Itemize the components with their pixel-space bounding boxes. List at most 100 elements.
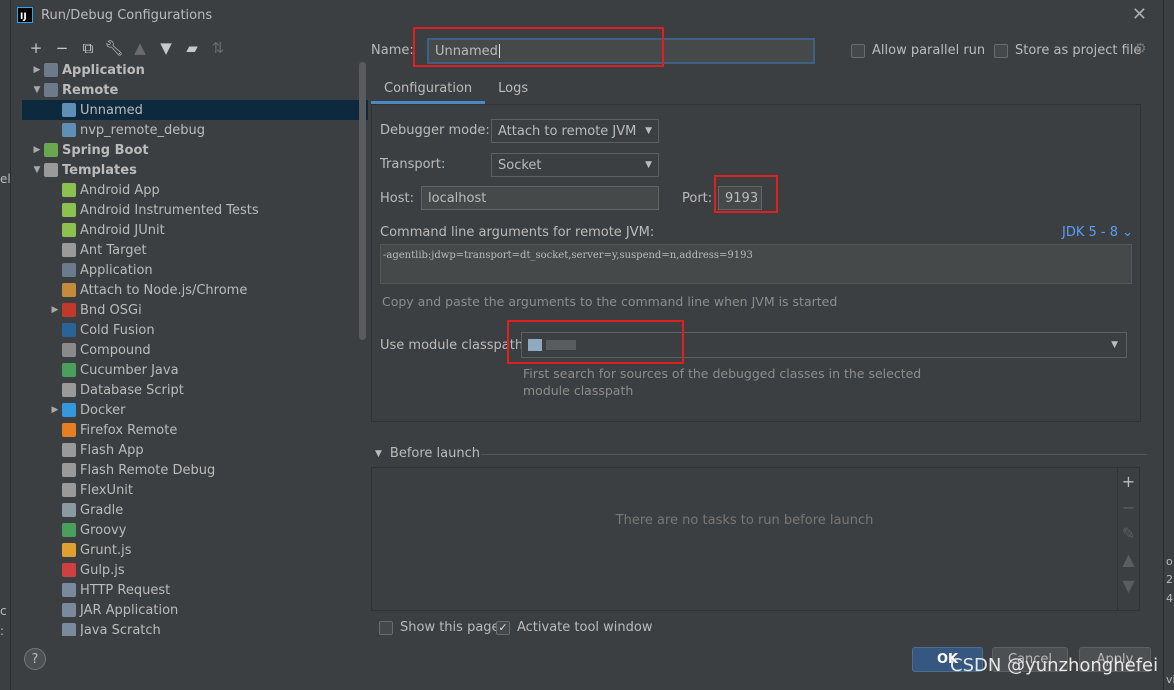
tree-scrollbar[interactable] xyxy=(359,62,366,340)
chevron-down-icon: ▼ xyxy=(1111,340,1118,350)
edit-task-icon[interactable]: ✎ xyxy=(1118,520,1139,546)
tree-item-remote[interactable]: ▼ Remote xyxy=(22,80,368,100)
chevron-right-icon[interactable]: ▶ xyxy=(30,65,44,75)
tree-item-label: Ant Target xyxy=(80,242,147,258)
debugger-mode-select[interactable]: Attach to remote JVM ▼ xyxy=(491,119,659,143)
tree-item-label: Java Scratch xyxy=(80,622,161,637)
tab-logs[interactable]: Logs xyxy=(485,76,541,104)
host-input[interactable]: localhost xyxy=(421,186,659,210)
flash-icon xyxy=(62,463,76,477)
activate-tool-label: Activate tool window xyxy=(517,620,653,635)
tree-item-flash-remote-debug[interactable]: Flash Remote Debug xyxy=(22,460,368,480)
before-launch-header[interactable]: ▼ Before launch xyxy=(375,446,480,461)
allow-parallel-label: Allow parallel run xyxy=(872,43,986,58)
module-hint-line2: module classpath xyxy=(523,383,634,398)
tree-item-flash-app[interactable]: Flash App xyxy=(22,440,368,460)
ant-icon xyxy=(62,243,76,257)
tree-item-label: nvp_remote_debug xyxy=(80,122,205,138)
tree-item-http-request[interactable]: HTTP Request xyxy=(22,580,368,600)
chevron-down-icon[interactable]: ▼ xyxy=(30,85,44,95)
tree-item-label: Attach to Node.js/Chrome xyxy=(80,282,248,298)
tree-item-templates[interactable]: ▼ Templates xyxy=(22,160,368,180)
tree-item-label: Templates xyxy=(62,162,137,178)
tree-item-label: Bnd OSGi xyxy=(80,302,142,318)
remote-config-icon xyxy=(62,103,76,117)
remove-icon[interactable]: − xyxy=(49,38,75,58)
tree-item-label: Groovy xyxy=(80,522,127,538)
tree-item-firefox-remote[interactable]: Firefox Remote xyxy=(22,420,368,440)
tree-item-flexunit[interactable]: FlexUnit xyxy=(22,480,368,500)
tree-item-attach-to-node-js-chrome[interactable]: Attach to Node.js/Chrome xyxy=(22,280,368,300)
android-icon xyxy=(62,183,76,197)
tree-item-database-script[interactable]: Database Script xyxy=(22,380,368,400)
tree-item-label: Compound xyxy=(80,342,151,358)
tree-item-jar-application[interactable]: JAR Application xyxy=(22,600,368,620)
ide-fragment-text: 2 xyxy=(1166,573,1173,586)
tab-configuration[interactable]: Configuration xyxy=(371,76,486,104)
chevron-right-icon[interactable]: ▶ xyxy=(48,405,62,415)
tree-item-compound[interactable]: Compound xyxy=(22,340,368,360)
sort-icon[interactable]: ⇅ xyxy=(205,38,231,58)
coldfusion-icon xyxy=(62,323,76,337)
remove-task-icon[interactable]: − xyxy=(1118,494,1139,520)
folder-icon[interactable]: ▰ xyxy=(179,38,205,58)
tasks-side-toolbar: + − ✎ ▲ ▼ xyxy=(1117,468,1139,610)
chevron-right-icon[interactable]: ▶ xyxy=(30,145,44,155)
tree-item-android-junit[interactable]: Android JUnit xyxy=(22,220,368,240)
cmd-args-field[interactable]: -agentlib:jdwp=transport=dt_socket,serve… xyxy=(380,244,1132,284)
tree-item-unnamed[interactable]: Unnamed xyxy=(22,100,368,120)
chevron-right-icon[interactable]: ▶ xyxy=(48,305,62,315)
show-page-checkbox[interactable]: Show this page xyxy=(379,620,500,635)
ide-fragment-text: c xyxy=(0,604,7,618)
move-down-icon[interactable]: ▼ xyxy=(153,38,179,58)
chevron-down-icon[interactable]: ▼ xyxy=(30,165,44,175)
tree-item-cold-fusion[interactable]: Cold Fusion xyxy=(22,320,368,340)
checkbox-box-checked[interactable]: ✓ xyxy=(496,620,510,635)
name-input[interactable]: Unnamed xyxy=(427,38,815,64)
tree-item-spring-boot[interactable]: ▶ Spring Boot xyxy=(22,140,368,160)
port-input[interactable]: 9193 xyxy=(718,186,762,210)
checkbox-box[interactable] xyxy=(851,43,865,58)
move-up-icon[interactable]: ▲ xyxy=(127,38,153,58)
add-icon[interactable]: + xyxy=(23,38,49,58)
tree-item-java-scratch[interactable]: Java Scratch xyxy=(22,620,368,636)
tree-item-label: Android Instrumented Tests xyxy=(80,202,259,218)
tree-item-application[interactable]: Application xyxy=(22,260,368,280)
configuration-tree[interactable]: ▶ Application ▼ Remote Unnamed nvp_remote_deb… xyxy=(22,60,368,636)
tree-item-android-instrumented-tests[interactable]: Android Instrumented Tests xyxy=(22,200,368,220)
copy-icon[interactable]: ⧉ xyxy=(75,38,101,58)
tree-item-grunt-js[interactable]: Grunt.js xyxy=(22,540,368,560)
transport-select[interactable]: Socket ▼ xyxy=(491,153,659,177)
config-tabs: Configuration Logs xyxy=(371,76,541,104)
tree-item-cucumber-java[interactable]: Cucumber Java xyxy=(22,360,368,380)
tree-item-label: Database Script xyxy=(80,382,184,398)
help-button[interactable]: ? xyxy=(24,648,46,670)
tree-item-groovy[interactable]: Groovy xyxy=(22,520,368,540)
jdk-version-link[interactable]: JDK 5 - 8 ⌄ xyxy=(1062,225,1133,240)
module-classpath-select[interactable]: ▼ xyxy=(521,332,1127,358)
store-project-checkbox[interactable]: Store as project file xyxy=(994,43,1141,58)
checkbox-box[interactable] xyxy=(994,43,1008,58)
close-icon[interactable]: ✕ xyxy=(1132,4,1147,25)
gear-icon[interactable]: ⚙ xyxy=(1134,41,1147,57)
add-task-icon[interactable]: + xyxy=(1118,468,1139,494)
move-up-icon[interactable]: ▲ xyxy=(1118,546,1139,572)
chevron-down-icon: ▼ xyxy=(645,126,652,136)
activate-tool-checkbox[interactable]: ✓ Activate tool window xyxy=(496,620,652,635)
move-down-icon[interactable]: ▼ xyxy=(1118,572,1139,598)
intellij-icon: IJ xyxy=(17,7,33,23)
tree-item-bnd-osgi[interactable]: ▶ Bnd OSGi xyxy=(22,300,368,320)
tree-item-nvp-remote-debug[interactable]: nvp_remote_debug xyxy=(22,120,368,140)
tree-item-application[interactable]: ▶ Application xyxy=(22,60,368,80)
tree-item-ant-target[interactable]: Ant Target xyxy=(22,240,368,260)
tree-item-android-app[interactable]: Android App xyxy=(22,180,368,200)
allow-parallel-checkbox[interactable]: Allow parallel run xyxy=(851,43,985,58)
wrench-icon[interactable]: 🔧︎ xyxy=(101,38,127,58)
tree-item-label: HTTP Request xyxy=(80,582,171,598)
gradle-icon xyxy=(62,503,76,517)
tree-item-docker[interactable]: ▶ Docker xyxy=(22,400,368,420)
tree-item-gulp-js[interactable]: Gulp.js xyxy=(22,560,368,580)
tree-item-label: Docker xyxy=(80,402,126,418)
tree-item-gradle[interactable]: Gradle xyxy=(22,500,368,520)
checkbox-box[interactable] xyxy=(379,620,393,635)
